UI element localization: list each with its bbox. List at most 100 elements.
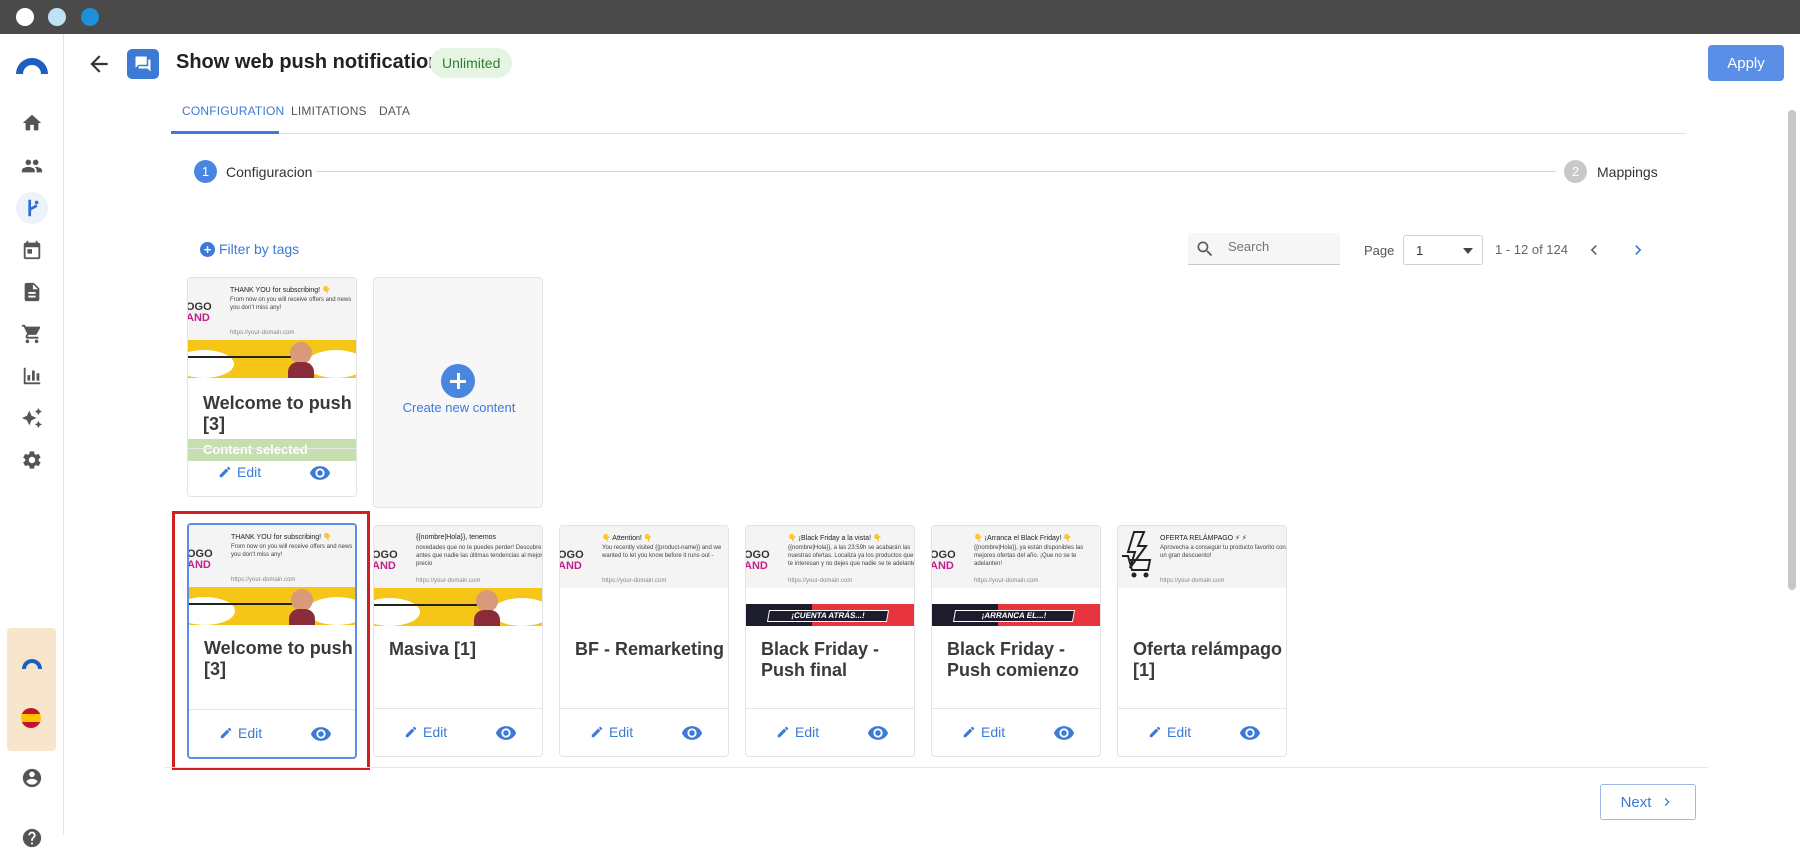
page-header: Show web push notification Unlimited App… <box>64 34 1800 92</box>
card-thumbnail: OGO AND 👇 ¡Arranca el Black Friday! 👇 {{nom… <box>932 526 1100 626</box>
page-label: Page <box>1364 243 1395 258</box>
card-actions: Edit <box>374 708 542 756</box>
card-title: Masiva [1] <box>389 639 477 659</box>
filter-by-tags-button[interactable]: + Filter by tags <box>200 241 299 257</box>
preview-eye-icon[interactable] <box>681 722 703 744</box>
account-widget[interactable] <box>7 628 56 751</box>
brand-logo: OGO AND <box>932 549 956 572</box>
brand-logo: OGO AND <box>188 301 212 324</box>
brand-logo: OGO AND <box>560 549 584 572</box>
create-new-content-label: Create new content <box>402 400 516 415</box>
edit-button[interactable]: Edit <box>1148 724 1191 740</box>
preview-eye-icon[interactable] <box>1053 722 1075 744</box>
spain-flag-icon[interactable] <box>21 708 41 728</box>
prev-page-button[interactable] <box>1584 240 1604 260</box>
card-title: Welcome to push [3] <box>203 393 352 434</box>
chart-icon[interactable] <box>16 360 48 392</box>
step-1-number[interactable]: 1 <box>194 160 217 183</box>
card-actions: Edit <box>932 708 1100 756</box>
tab-configuration[interactable]: CONFIGURATION <box>182 104 284 118</box>
preview-eye-icon[interactable] <box>495 722 517 744</box>
card-thumbnail: OGO AND THANK YOU for subscribing! 👇 From… <box>188 278 356 378</box>
minimize-window-button[interactable] <box>48 8 66 26</box>
content-card[interactable]: OGO AND 👇 ¡Arranca el Black Friday! 👇 {{nom… <box>931 525 1101 757</box>
apply-button[interactable]: Apply <box>1708 45 1784 81</box>
home-icon[interactable] <box>16 107 48 139</box>
next-button[interactable]: Next <box>1600 784 1696 820</box>
help-icon[interactable] <box>16 822 48 854</box>
app-logo[interactable] <box>14 54 50 76</box>
add-icon <box>441 364 475 398</box>
content-card[interactable]: OGO AND {{nombre|Hola}}, tenemos novedades … <box>373 525 543 757</box>
pencil-icon <box>405 726 417 738</box>
document-icon[interactable] <box>16 276 48 308</box>
card-actions: Edit <box>188 448 356 496</box>
cart-icon[interactable] <box>16 318 48 350</box>
calendar-icon[interactable] <box>16 234 48 266</box>
card-title: Oferta relámpago [1] <box>1133 639 1283 680</box>
step-2-number[interactable]: 2 <box>1564 160 1587 183</box>
active-tab-indicator <box>171 131 279 134</box>
edit-button[interactable]: Edit <box>776 724 819 740</box>
search-icon <box>1197 241 1213 257</box>
divider <box>165 767 1708 768</box>
edit-button[interactable]: Edit <box>218 464 261 480</box>
page-select[interactable]: 1 <box>1403 235 1483 265</box>
back-arrow-icon[interactable] <box>86 51 112 77</box>
preview-eye-icon[interactable] <box>309 462 331 484</box>
pencil-icon <box>1149 726 1161 738</box>
pagination-range: 1 - 12 of 124 <box>1495 242 1568 257</box>
tab-bar: CONFIGURATION LIMITATIONS DATA <box>171 92 1686 134</box>
card-title: BF - Remarketing <box>575 639 725 659</box>
scrollbar[interactable] <box>1788 110 1796 590</box>
edit-button[interactable]: Edit <box>590 724 633 740</box>
sparkle-icon[interactable] <box>16 402 48 434</box>
chat-icon <box>127 49 159 79</box>
content-card[interactable]: OGO AND 👇 Attention! 👇 You recently visited… <box>559 525 729 757</box>
brand-logo-icon <box>22 659 42 669</box>
brand-logo: OGO AND <box>374 549 398 572</box>
account-icon[interactable] <box>16 762 48 794</box>
flow-icon[interactable] <box>16 192 48 224</box>
brand-logo: OGO AND <box>746 549 770 572</box>
preview-eye-icon[interactable] <box>1239 722 1261 744</box>
step-1-label[interactable]: Configuracion <box>226 164 312 180</box>
people-icon[interactable] <box>16 150 48 182</box>
card-title: Black Friday - Push final <box>761 639 880 680</box>
card-actions: Edit <box>560 708 728 756</box>
caret-down-icon <box>1463 248 1473 254</box>
tab-data[interactable]: DATA <box>379 104 410 118</box>
pencil-icon <box>591 726 603 738</box>
settings-icon[interactable] <box>16 444 48 476</box>
step-2-label[interactable]: Mappings <box>1597 164 1658 180</box>
search-input[interactable] <box>1228 239 1332 254</box>
card-thumbnail: OGO AND {{nombre|Hola}}, tenemos novedades … <box>374 526 542 626</box>
card-actions: Edit <box>746 708 914 756</box>
window-titlebar <box>0 0 1800 34</box>
content-card[interactable]: OGO AND 👇 ¡Black Friday a la vista! 👇 {{nom… <box>745 525 915 757</box>
chevron-right-icon <box>1665 798 1671 806</box>
card-actions: Edit <box>1118 708 1286 756</box>
edit-button[interactable]: Edit <box>962 724 1005 740</box>
search-box[interactable] <box>1188 233 1340 265</box>
pencil-icon <box>777 726 789 738</box>
pencil-icon <box>219 466 231 478</box>
edit-button[interactable]: Edit <box>404 724 447 740</box>
close-window-button[interactable] <box>16 8 34 26</box>
stepper: 1 Configuracion 2 Mappings <box>194 160 1658 184</box>
page-select-value: 1 <box>1416 243 1424 258</box>
tab-limitations[interactable]: LIMITATIONS <box>291 104 367 118</box>
preview-eye-icon[interactable] <box>867 722 889 744</box>
selected-content-card[interactable]: OGO AND THANK YOU for subscribing! 👇 From… <box>187 277 357 497</box>
sidebar <box>0 34 64 848</box>
card-thumbnail: OGO AND 👇 Attention! 👇 You recently visited… <box>560 526 728 626</box>
stepper-line <box>316 171 1556 172</box>
add-circle-icon: + <box>200 241 215 257</box>
status-badge: Unlimited <box>430 48 513 78</box>
create-new-content-card[interactable]: Create new content <box>373 277 543 508</box>
maximize-window-button[interactable] <box>81 8 99 26</box>
content-card[interactable]: OFERTA RELÁMPAGO ⚡ ⚡ Aprovecha a consegui… <box>1117 525 1287 757</box>
card-title: Black Friday - Push comienzo <box>947 639 1080 680</box>
chevron-left-icon <box>1590 245 1597 255</box>
next-page-button[interactable] <box>1628 240 1648 260</box>
